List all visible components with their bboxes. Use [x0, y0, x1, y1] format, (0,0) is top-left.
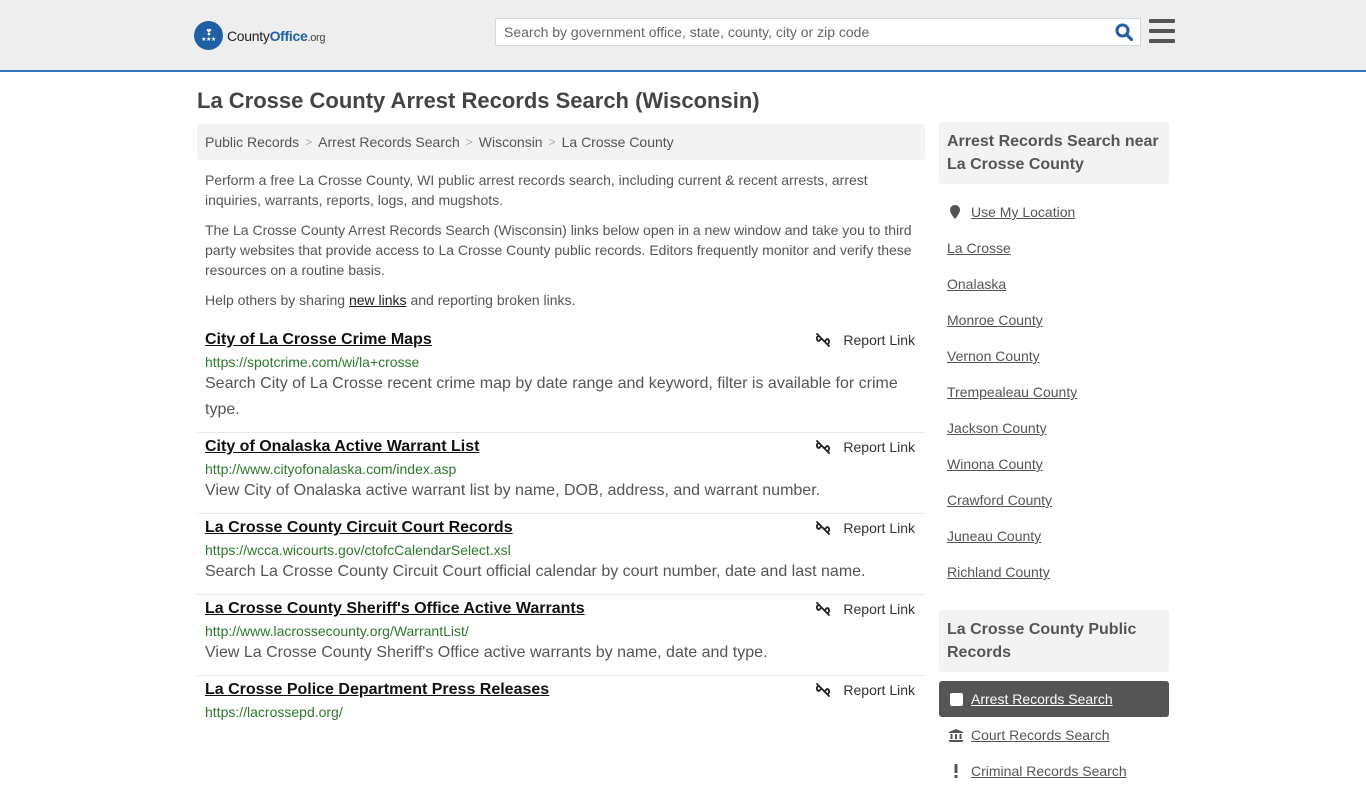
breadcrumb-separator: >: [548, 135, 556, 149]
nearby-item: Trempealeau County: [947, 374, 1169, 410]
search-icon: [1115, 23, 1133, 41]
new-links-link[interactable]: new links: [349, 292, 407, 308]
nearby-link[interactable]: Vernon County: [947, 348, 1040, 364]
square-icon: [949, 692, 963, 706]
broken-link-icon: [816, 521, 831, 535]
breadcrumb-wisconsin[interactable]: Wisconsin: [479, 134, 543, 150]
site-logo[interactable]: ❣ ★★★ CountyOffice.org: [194, 21, 326, 50]
page-title: La Crosse County Arrest Records Search (…: [197, 88, 760, 113]
result-description: Search City of La Crosse recent crime ma…: [205, 375, 898, 418]
sidebar: Arrest Records Search near La Crosse Cou…: [939, 122, 1169, 789]
intro-paragraph: Perform a free La Crosse County, WI publ…: [205, 172, 868, 208]
result-item: La Crosse County Circuit Court Records R…: [197, 514, 925, 595]
exclamation-icon: [949, 764, 963, 778]
result-title-link[interactable]: La Crosse Police Department Press Releas…: [205, 681, 549, 699]
nearby-link[interactable]: Richland County: [947, 564, 1050, 580]
broken-link-icon: [816, 602, 831, 616]
site-header: ❣ ★★★ CountyOffice.org: [0, 0, 1366, 72]
result-item: City of La Crosse Crime Maps Report Link…: [197, 326, 925, 433]
result-url: http://www.cityofonalaska.com/index.asp: [205, 461, 457, 477]
nearby-item: La Crosse: [947, 230, 1169, 266]
nearby-item: Vernon County: [947, 338, 1169, 374]
nearby-link[interactable]: Crawford County: [947, 492, 1052, 508]
result-title-link[interactable]: City of La Crosse Crime Maps: [205, 331, 432, 349]
nav-arrest-records-search[interactable]: Arrest Records Search: [939, 681, 1169, 717]
nearby-link[interactable]: Juneau County: [947, 528, 1041, 544]
courthouse-icon: [949, 728, 963, 742]
report-link-button[interactable]: Report Link: [815, 601, 915, 617]
breadcrumb-separator: >: [305, 135, 313, 149]
result-item: La Crosse Police Department Press Releas…: [197, 676, 925, 729]
nearby-heading: Arrest Records Search near La Crosse Cou…: [939, 122, 1169, 184]
result-url: https://spotcrime.com/wi/la+crosse: [205, 354, 420, 370]
breadcrumb-public-records[interactable]: Public Records: [205, 134, 299, 150]
public-records-heading: La Crosse County Public Records: [939, 610, 1169, 672]
nearby-item: Crawford County: [947, 482, 1169, 518]
breadcrumb-separator: >: [465, 135, 473, 149]
nearby-item: Winona County: [947, 446, 1169, 482]
result-title-link[interactable]: La Crosse County Circuit Court Records: [205, 519, 513, 537]
result-item: City of Onalaska Active Warrant List Rep…: [197, 433, 925, 514]
logo-eagle-icon: ❣ ★★★: [194, 21, 223, 50]
nearby-item: Juneau County: [947, 518, 1169, 554]
nearby-link[interactable]: Onalaska: [947, 276, 1006, 292]
search-button[interactable]: [1108, 19, 1140, 45]
nearby-link[interactable]: Trempealeau County: [947, 384, 1077, 400]
nearby-link[interactable]: Winona County: [947, 456, 1043, 472]
map-marker-icon: [947, 205, 963, 219]
use-my-location[interactable]: Use My Location: [947, 194, 1169, 230]
result-url: https://wcca.wicourts.gov/ctofcCalendarS…: [205, 542, 511, 558]
nearby-link[interactable]: Monroe County: [947, 312, 1043, 328]
result-description: View La Crosse County Sheriff's Office a…: [205, 644, 768, 661]
logo-text: CountyOffice.org: [227, 27, 326, 44]
result-url: https://lacrossepd.org/: [205, 704, 343, 720]
nearby-link[interactable]: La Crosse: [947, 240, 1011, 256]
nearby-item: Onalaska: [947, 266, 1169, 302]
results-list: City of La Crosse Crime Maps Report Link…: [197, 326, 925, 729]
result-url: http://www.lacrossecounty.org/WarrantLis…: [205, 623, 469, 639]
breadcrumb-arrest-records-search[interactable]: Arrest Records Search: [318, 134, 460, 150]
intro-paragraph: The La Crosse County Arrest Records Sear…: [205, 222, 912, 278]
result-description: View City of Onalaska active warrant lis…: [205, 482, 821, 499]
use-my-location-link[interactable]: Use My Location: [971, 204, 1075, 220]
nav-court-records-search[interactable]: Court Records Search: [939, 717, 1169, 753]
nav-criminal-records-search[interactable]: Criminal Records Search: [939, 753, 1169, 789]
broken-link-icon: [816, 440, 831, 454]
result-title-link[interactable]: La Crosse County Sheriff's Office Active…: [205, 600, 585, 618]
report-link-button[interactable]: Report Link: [815, 682, 915, 698]
breadcrumb-current: La Crosse County: [561, 134, 674, 150]
nearby-list: Use My Location La Crosse Onalaska Monro…: [939, 184, 1169, 590]
breadcrumb: Public Records > Arrest Records Search >…: [197, 124, 925, 160]
intro: Perform a free La Crosse County, WI publ…: [205, 170, 917, 320]
report-link-button[interactable]: Report Link: [815, 520, 915, 536]
nearby-item: Monroe County: [947, 302, 1169, 338]
broken-link-icon: [816, 683, 831, 697]
result-description: Search La Crosse County Circuit Court of…: [205, 563, 866, 580]
nearby-item: Richland County: [947, 554, 1169, 590]
site-search: [495, 18, 1141, 46]
search-input[interactable]: [496, 19, 1108, 45]
result-title-link[interactable]: City of Onalaska Active Warrant List: [205, 438, 479, 456]
result-item: La Crosse County Sheriff's Office Active…: [197, 595, 925, 676]
broken-link-icon: [816, 333, 831, 347]
nearby-link[interactable]: Jackson County: [947, 420, 1047, 436]
report-link-button[interactable]: Report Link: [815, 439, 915, 455]
intro-paragraph: Help others by sharing new links and rep…: [205, 292, 576, 308]
hamburger-menu-icon[interactable]: [1149, 19, 1175, 43]
public-records-nav: Arrest Records Search Court Records Sear…: [939, 681, 1169, 789]
nearby-item: Jackson County: [947, 410, 1169, 446]
report-link-button[interactable]: Report Link: [815, 332, 915, 348]
